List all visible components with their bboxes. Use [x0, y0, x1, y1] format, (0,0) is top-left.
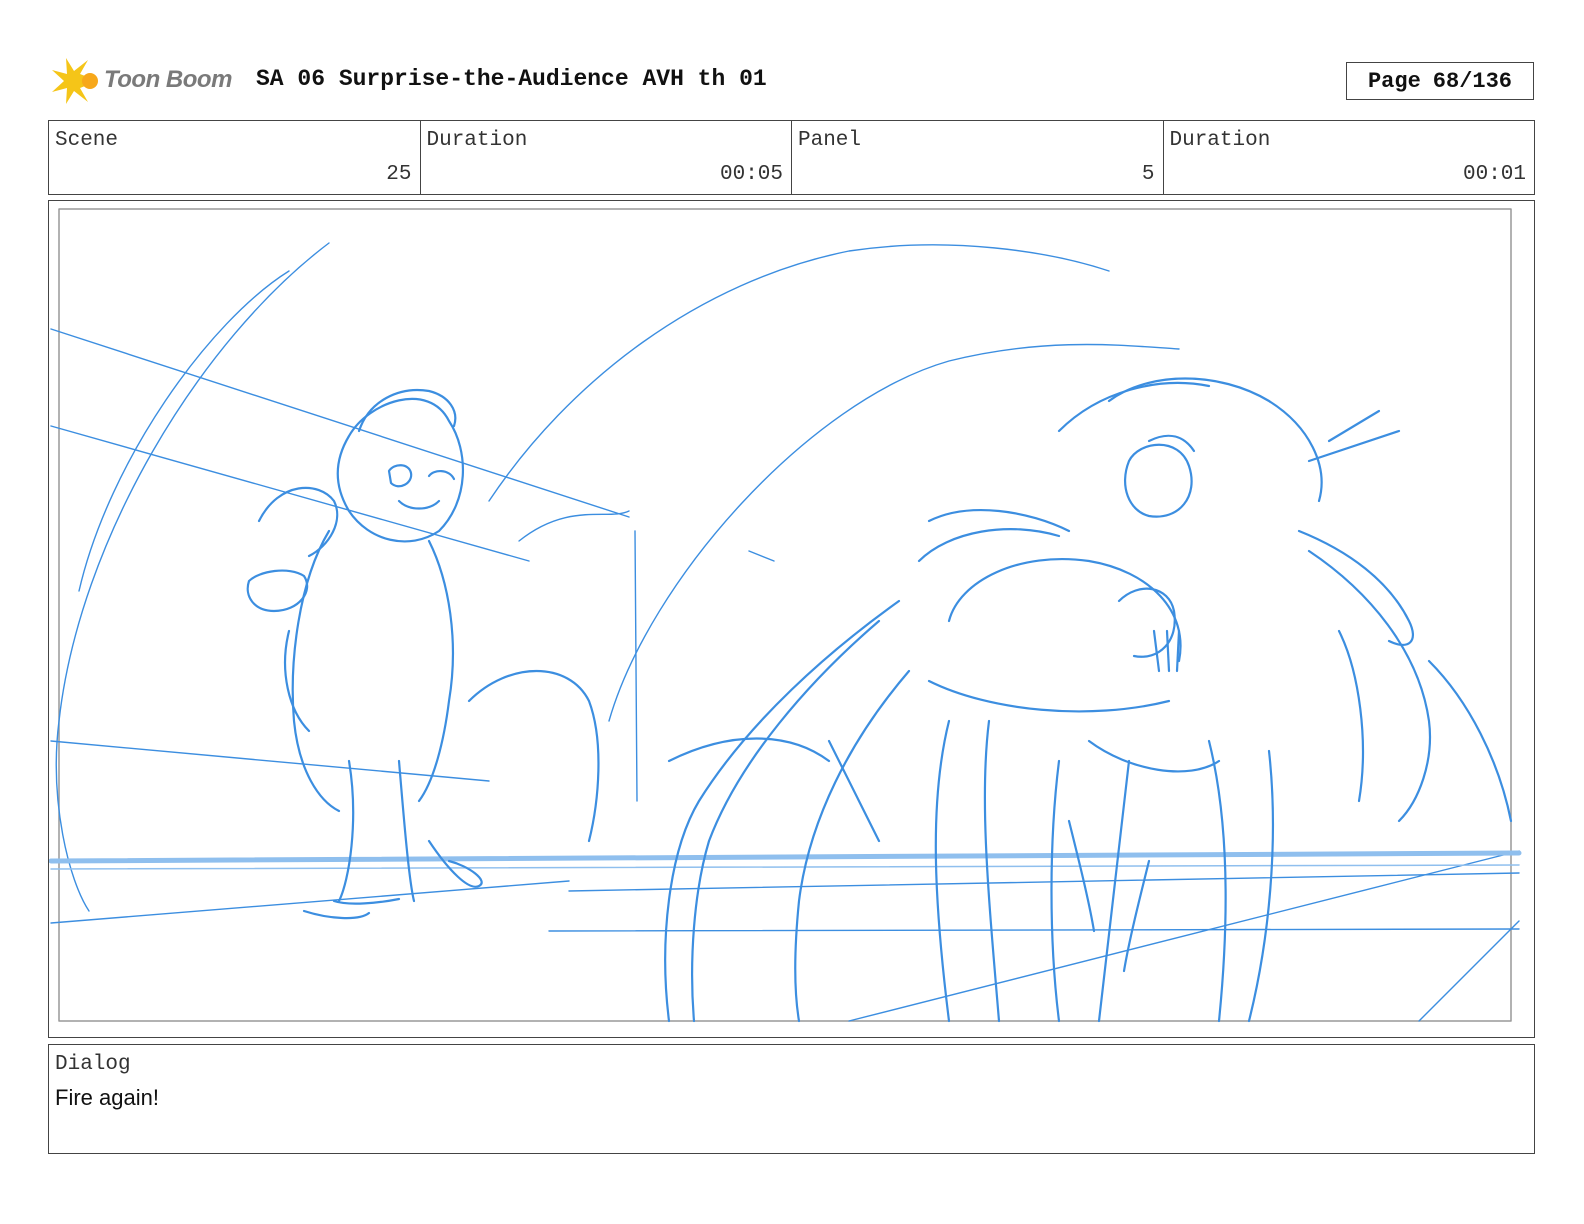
panel-duration-value: 00:01 — [1462, 163, 1526, 186]
scene-duration-label: Duration — [426, 129, 528, 152]
panel-label: Panel — [798, 129, 862, 152]
scene-duration-cell: Duration 00:05 — [421, 121, 792, 194]
right-character-sketch — [664, 377, 1513, 1023]
panel-cell: Panel 5 — [792, 121, 1164, 194]
logo-text: Toon Boom — [104, 66, 232, 93]
left-character-sketch — [246, 388, 600, 920]
scene-duration-value: 00:05 — [719, 163, 783, 186]
scene-cell: Scene 25 — [49, 121, 421, 194]
background-lines — [50, 242, 1520, 1022]
document-title: SA 06 Surprise-the-Audience AVH th 01 — [256, 66, 767, 92]
page-label: Page — [1367, 68, 1421, 94]
page-number: 68/136 — [1432, 68, 1513, 94]
page-indicator: Page 68/136 — [1346, 62, 1534, 100]
dialog-label: Dialog — [55, 1053, 131, 1076]
scene-label: Scene — [55, 129, 119, 152]
dialog-text: Fire again! — [55, 1085, 159, 1110]
floor-line — [49, 850, 1522, 864]
sketch-drawing — [49, 208, 1522, 1023]
storyboard-panel — [48, 200, 1535, 1038]
starburst-icon — [52, 58, 98, 104]
panel-duration-cell: Duration 00:01 — [1164, 121, 1535, 194]
panel-value: 5 — [1141, 163, 1155, 186]
dialog-box: Dialog Fire again! — [48, 1044, 1535, 1154]
toon-boom-logo: Toon Boom — [50, 56, 240, 106]
panel-duration-label: Duration — [1169, 129, 1271, 152]
scene-value: 25 — [386, 163, 412, 186]
scene-info-row: Scene 25 Duration 00:05 Panel 5 Duration… — [48, 120, 1535, 195]
safe-frame — [58, 208, 1512, 1022]
